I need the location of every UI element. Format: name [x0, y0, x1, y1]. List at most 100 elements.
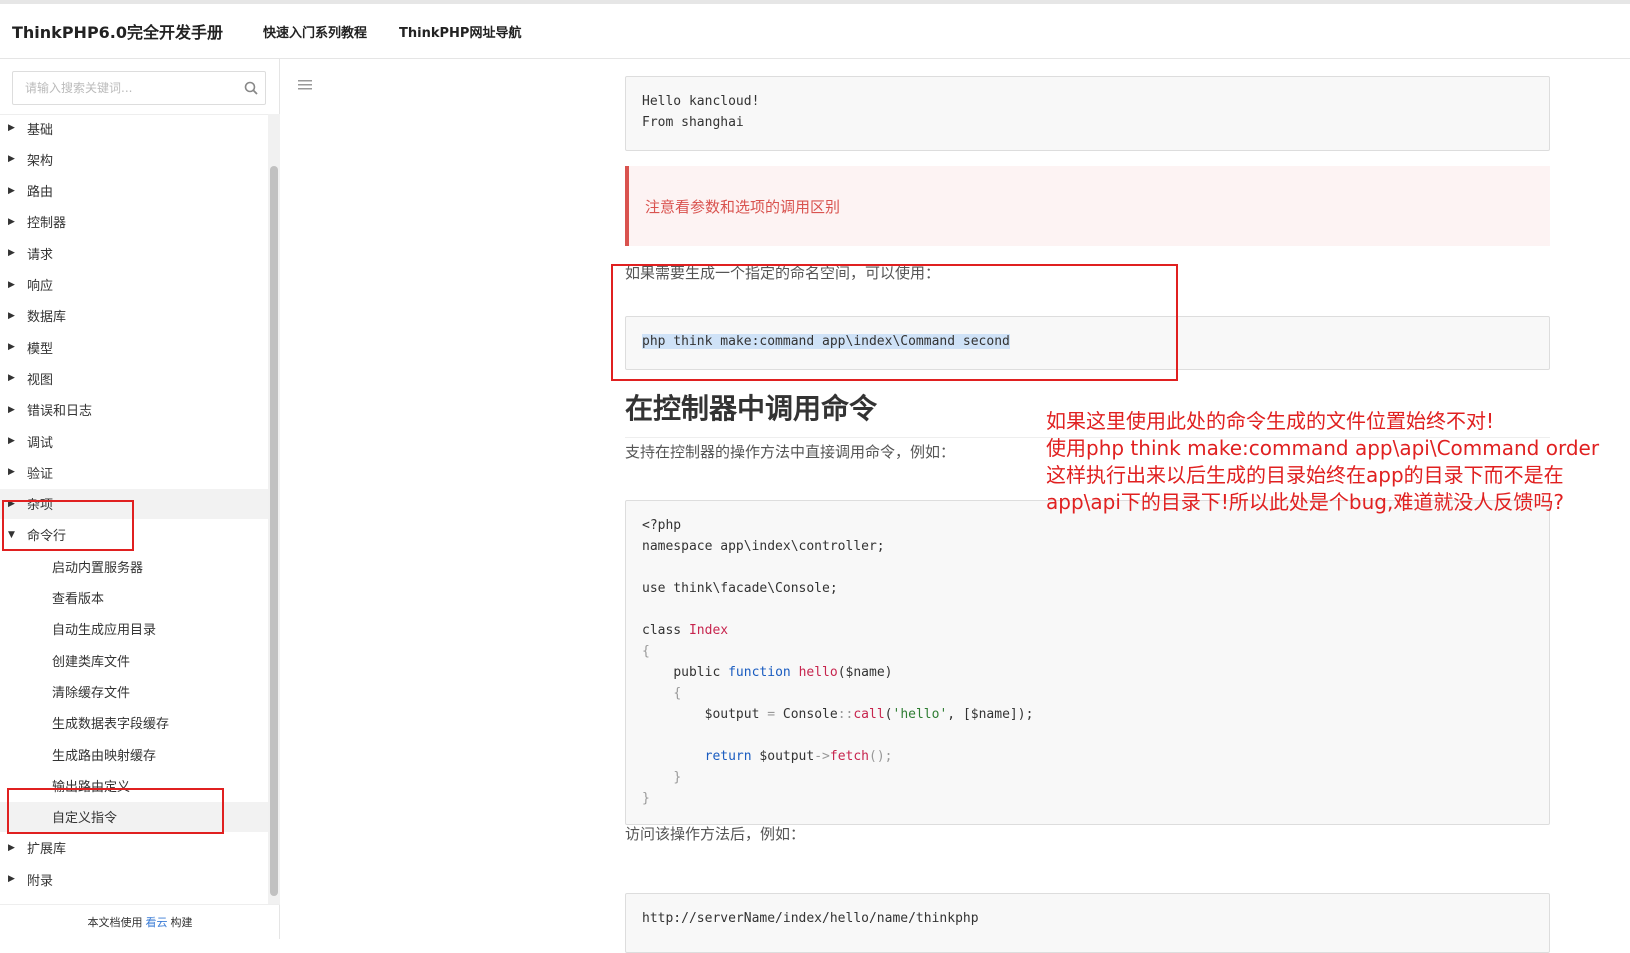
code-line: use think\facade\Console; [642, 581, 838, 596]
sidebar-item-label: 错误和日志 [27, 404, 93, 420]
sidebar-item[interactable]: ▶ 响应 [0, 270, 268, 300]
sidebar-item-label: 附录 [27, 873, 54, 889]
sidebar-item-label: 生成数据表字段缓存 [52, 717, 170, 733]
sidebar-item-label: 控制器 [27, 216, 67, 232]
sidebar-item[interactable]: ▶ 附录 [0, 864, 268, 894]
sidebar-item-label: 数据库 [27, 310, 67, 326]
annotation-line: 使用php think make:command app\api\Command… [1046, 436, 1600, 460]
code-token: } [673, 770, 682, 785]
caret-right-icon[interactable]: ▶ [8, 154, 20, 164]
sidebar-item-label: 清除缓存文件 [52, 685, 131, 701]
sidebar-item[interactable]: ▶ 控制器 [0, 207, 268, 237]
sidebar-item-label: 生成路由映射缓存 [52, 748, 157, 764]
code-token: function [728, 665, 791, 680]
annotation-box-namespace [611, 264, 1178, 381]
code-block-controller: <?php namespace app\index\controller; us… [625, 500, 1550, 825]
annotation-box-command-line [2, 500, 134, 551]
sidebar-item[interactable]: ▶ 路由 [0, 176, 268, 206]
search-input[interactable] [13, 73, 237, 103]
sidebar-item[interactable]: 清除缓存文件 [0, 676, 268, 706]
caret-right-icon[interactable]: ▶ [8, 843, 20, 853]
sidebar-footer: 本文档使用 看云 构建 [0, 904, 280, 939]
sidebar-item[interactable]: ▶ 验证 [0, 457, 268, 487]
footer-link-kancloud[interactable]: 看云 [146, 914, 168, 930]
nav-thinkphp-links[interactable]: ThinkPHP网址导航 [399, 22, 521, 41]
sidebar-item-label: 验证 [27, 466, 54, 482]
code-token: 'hello' [892, 707, 948, 722]
sidebar-scrollbar[interactable] [268, 114, 280, 904]
paragraph-visit: 访问该操作方法后，例如： [625, 825, 806, 843]
caret-right-icon[interactable]: ▶ [8, 123, 20, 133]
top-header: ThinkPHP6.0完全开发手册 快速入门系列教程 ThinkPHP网址导航 [0, 0, 1630, 59]
sidebar-item[interactable]: ▶ 基础 [0, 115, 268, 143]
code-token: { [673, 686, 682, 701]
sidebar-item-label: 创建类库文件 [52, 654, 131, 670]
code-token: public [673, 665, 721, 680]
code-token: { [642, 644, 650, 659]
code-line: namespace app\index\controller; [642, 539, 885, 554]
code-token: [$name]); [962, 707, 1034, 722]
caret-right-icon[interactable]: ▶ [8, 874, 20, 884]
code-token: class [642, 623, 682, 638]
footer-prefix: 本文档使用 [87, 916, 143, 929]
sidebar-item[interactable]: 自动生成应用目录 [0, 614, 268, 644]
sidebar-item[interactable]: 创建类库文件 [0, 645, 268, 675]
code-token: Index [688, 623, 729, 638]
sidebar-item[interactable]: ▶ 架构 [0, 144, 268, 174]
caret-right-icon[interactable]: ▶ [8, 186, 20, 196]
caret-right-icon[interactable]: ▶ [8, 342, 20, 352]
caret-right-icon[interactable]: ▶ [8, 280, 20, 290]
sidebar-item[interactable]: ▶ 模型 [0, 332, 268, 362]
sidebar-item[interactable]: ▶ 错误和日志 [0, 395, 268, 425]
sidebar-item-label: 查看版本 [52, 592, 105, 607]
code-token: call [853, 707, 885, 722]
code-token: } [642, 791, 650, 806]
search-box [12, 71, 266, 105]
annotation-text: 如果这里使用此处的命令生成的文件位置始终不对! 使用php think make… [1046, 408, 1606, 516]
sidebar-item-label: 架构 [27, 153, 54, 169]
sidebar-item[interactable]: 生成路由映射缓存 [0, 739, 268, 769]
annotation-line: 如果这里使用此处的命令生成的文件位置始终不对! [1046, 409, 1495, 433]
sidebar-item[interactable]: 查看版本 [0, 583, 268, 613]
annotation-line: app\api下的目录下!所以此处是个bug,难道就没人反馈吗? [1046, 490, 1564, 514]
code-token: $output [759, 749, 815, 764]
sidebar-item-label: 扩展库 [27, 842, 67, 858]
sidebar-item-label: 自动生成应用目录 [52, 623, 157, 639]
caret-right-icon[interactable]: ▶ [8, 436, 20, 446]
code-line: Hello kancloud! [642, 94, 760, 109]
sidebar-item[interactable]: 启动内置服务器 [0, 551, 268, 581]
sidebar-item-label: 模型 [27, 341, 54, 357]
caret-right-icon[interactable]: ▶ [8, 217, 20, 227]
code-token: hello [798, 665, 838, 680]
sidebar-item[interactable]: 生成数据表字段缓存 [0, 708, 268, 738]
caret-right-icon[interactable]: ▶ [8, 311, 20, 321]
sidebar-item[interactable]: ▶ 视图 [0, 363, 268, 393]
sidebar-item[interactable]: ▶ 数据库 [0, 301, 268, 331]
annotation-line: 这样执行出来以后生成的目录始终在app的目录下而不是在 [1046, 463, 1564, 487]
search-icon[interactable] [237, 81, 265, 95]
top-nav: 快速入门系列教程 ThinkPHP网址导航 [263, 22, 521, 41]
menu-toggle-icon[interactable] [298, 76, 312, 95]
sidebar-item[interactable]: ▶ 调试 [0, 426, 268, 456]
caret-right-icon[interactable]: ▶ [8, 467, 20, 477]
sidebar-item-label: 响应 [27, 279, 54, 294]
caret-right-icon[interactable]: ▶ [8, 373, 20, 383]
code-token: return [704, 749, 752, 764]
sidebar-item-label: 视图 [27, 372, 54, 388]
sidebar-item-label: 启动内置服务器 [52, 560, 144, 576]
code-token: $output [704, 707, 760, 722]
sidebar-item[interactable]: ▶ 扩展库 [0, 833, 268, 863]
sidebar-item-label: 路由 [27, 185, 54, 201]
scrollbar-thumb[interactable] [270, 166, 278, 896]
code-line: http://serverName/index/hello/name/think… [642, 911, 979, 926]
annotation-box-custom-command [7, 788, 224, 834]
nav-quickstart-tutorial[interactable]: 快速入门系列教程 [263, 22, 367, 41]
caret-right-icon[interactable]: ▶ [8, 405, 20, 415]
sidebar-item-label: 调试 [27, 435, 54, 451]
caret-right-icon[interactable]: ▶ [8, 248, 20, 258]
code-line: <?php [642, 518, 682, 533]
sidebar-item[interactable]: ▶ 请求 [0, 238, 268, 268]
code-block-url: http://serverName/index/hello/name/think… [625, 893, 1550, 953]
brand-title[interactable]: ThinkPHP6.0完全开发手册 [12, 19, 223, 43]
code-token: fetch [829, 749, 870, 764]
